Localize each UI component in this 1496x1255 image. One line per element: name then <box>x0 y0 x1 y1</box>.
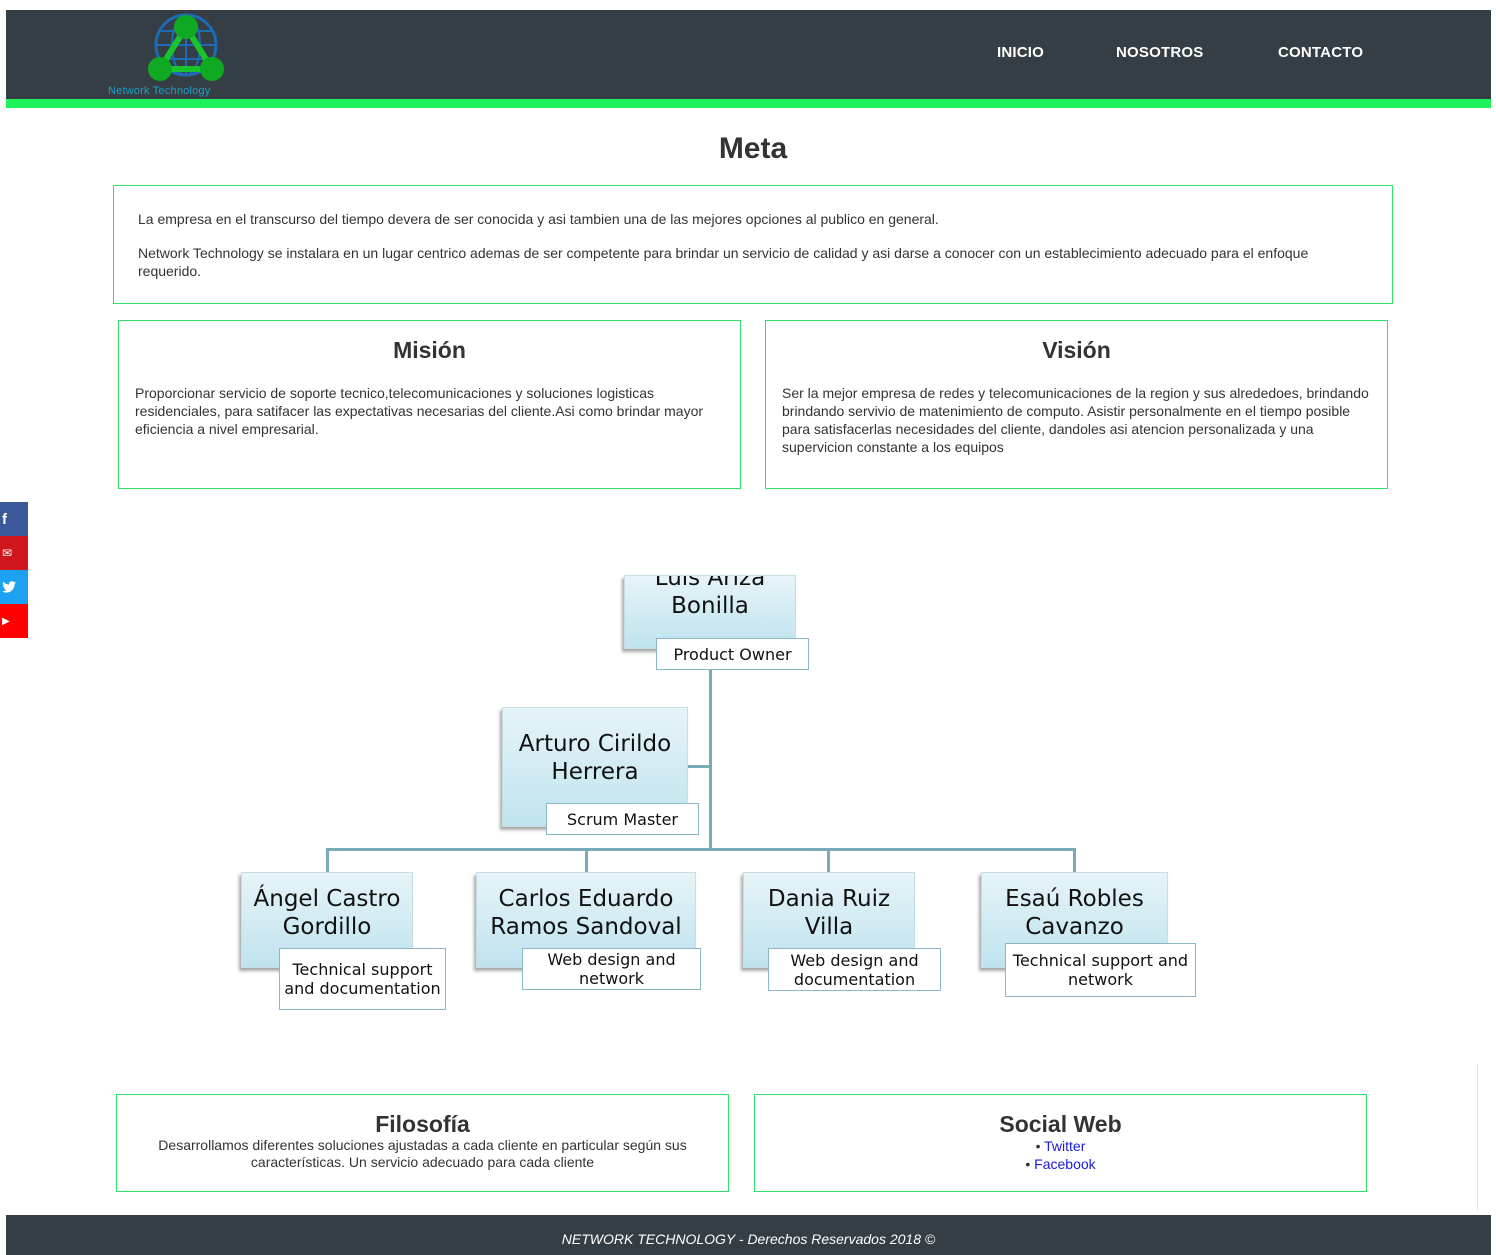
vision-text: Ser la mejor empresa de redes y telecomu… <box>782 385 1369 455</box>
org-line-drop <box>1073 848 1076 872</box>
org-node-name: Gordillo <box>282 914 372 940</box>
page: Network Technology INICIO NOSOTROS CONTA… <box>0 0 1496 1255</box>
network-globe-icon <box>148 13 224 81</box>
nav-nosotros[interactable]: NOSOTROS <box>1116 44 1203 61</box>
org-node-name: Herrera <box>551 759 639 785</box>
org-node-name: Ángel Castro <box>253 886 401 912</box>
mision-title: Misión <box>393 337 466 363</box>
meta-paragraph: Network Technology se instalara en un lu… <box>138 245 1309 279</box>
social-web-title: Social Web <box>999 1111 1122 1137</box>
org-line-drop <box>585 848 588 872</box>
org-node-name: Dania Ruiz <box>767 886 891 912</box>
divider <box>1477 1065 1478 1210</box>
vision-title: Visión <box>1042 337 1111 363</box>
meta-box: La empresa en el transcurso del tiempo d… <box>113 185 1393 304</box>
org-line-team <box>326 848 1076 851</box>
twitter-icon[interactable] <box>0 570 28 604</box>
org-role-team: Technical support and network <box>1005 943 1196 997</box>
org-line-drop <box>827 848 830 872</box>
org-line-scrum <box>688 765 710 768</box>
org-role-team: Technical support and documentation <box>279 948 446 1010</box>
org-node-name: Carlos Eduardo <box>498 886 674 912</box>
org-node-name: Cavanzo <box>1025 914 1124 940</box>
nav-inicio[interactable]: INICIO <box>997 44 1044 61</box>
mail-icon[interactable]: ✉ <box>0 536 28 570</box>
org-role-text: Web design and <box>790 950 919 970</box>
org-role-owner: Product Owner <box>656 638 809 670</box>
filosofia-title: Filosofía <box>375 1111 470 1137</box>
social-web-list: Twitter Facebook <box>755 1137 1366 1173</box>
org-node-name: Arturo Cirildo <box>518 731 672 757</box>
org-node-name: Esaú Robles <box>1005 886 1144 912</box>
facebook-icon[interactable]: f <box>0 502 28 536</box>
org-node-name: Luis Ariza <box>654 575 766 591</box>
list-item: Twitter <box>755 1137 1366 1155</box>
filosofia-box: Filosofía Desarrollamos diferentes soluc… <box>116 1094 729 1192</box>
org-role-text: Technical support and <box>1012 951 1189 970</box>
header-accent-strip <box>6 99 1491 108</box>
twitter-link[interactable]: Twitter <box>1044 1138 1085 1154</box>
org-role-scrum: Scrum Master <box>546 803 699 835</box>
org-node-name: Bonilla <box>671 593 749 619</box>
org-line-trunk <box>709 670 712 850</box>
logo[interactable]: Network Technology <box>108 13 268 99</box>
mision-text: Proporcionar servicio de soporte tecnico… <box>135 385 704 437</box>
facebook-link[interactable]: Facebook <box>1034 1156 1095 1172</box>
org-role-text: Web design and <box>547 950 676 969</box>
social-web-box: Social Web Twitter Facebook <box>754 1094 1367 1192</box>
logo-text: Network Technology <box>108 85 211 97</box>
footer-text: NETWORK TECHNOLOGY - Derechos Reservados… <box>561 1231 936 1247</box>
org-role-text: and documentation <box>284 979 441 998</box>
org-role-text: network <box>1068 970 1133 989</box>
youtube-icon[interactable]: ▶ <box>0 604 28 638</box>
org-node-name: Ramos Sandoval <box>490 914 682 940</box>
org-role-text: documentation <box>793 969 916 989</box>
footer: NETWORK TECHNOLOGY - Derechos Reservados… <box>6 1215 1491 1255</box>
org-role-text: Technical support <box>292 960 433 979</box>
meta-paragraph: La empresa en el transcurso del tiempo d… <box>138 211 939 227</box>
org-role-team: Web design and documentation <box>768 948 941 991</box>
nav-contacto[interactable]: CONTACTO <box>1278 44 1363 61</box>
org-role-team: Web design and network <box>522 948 701 990</box>
meta-title: Meta <box>718 132 788 165</box>
mision-box: Misión Proporcionar servicio de soporte … <box>118 320 741 489</box>
org-node-name: Villa <box>804 914 854 940</box>
filosofia-text: Desarrollamos diferentes soluciones ajus… <box>158 1137 687 1170</box>
vision-box: Visión Ser la mejor empresa de redes y t… <box>765 320 1388 489</box>
org-role-text: network <box>579 969 644 988</box>
org-line-drop <box>326 848 329 872</box>
list-item: Facebook <box>755 1155 1366 1173</box>
